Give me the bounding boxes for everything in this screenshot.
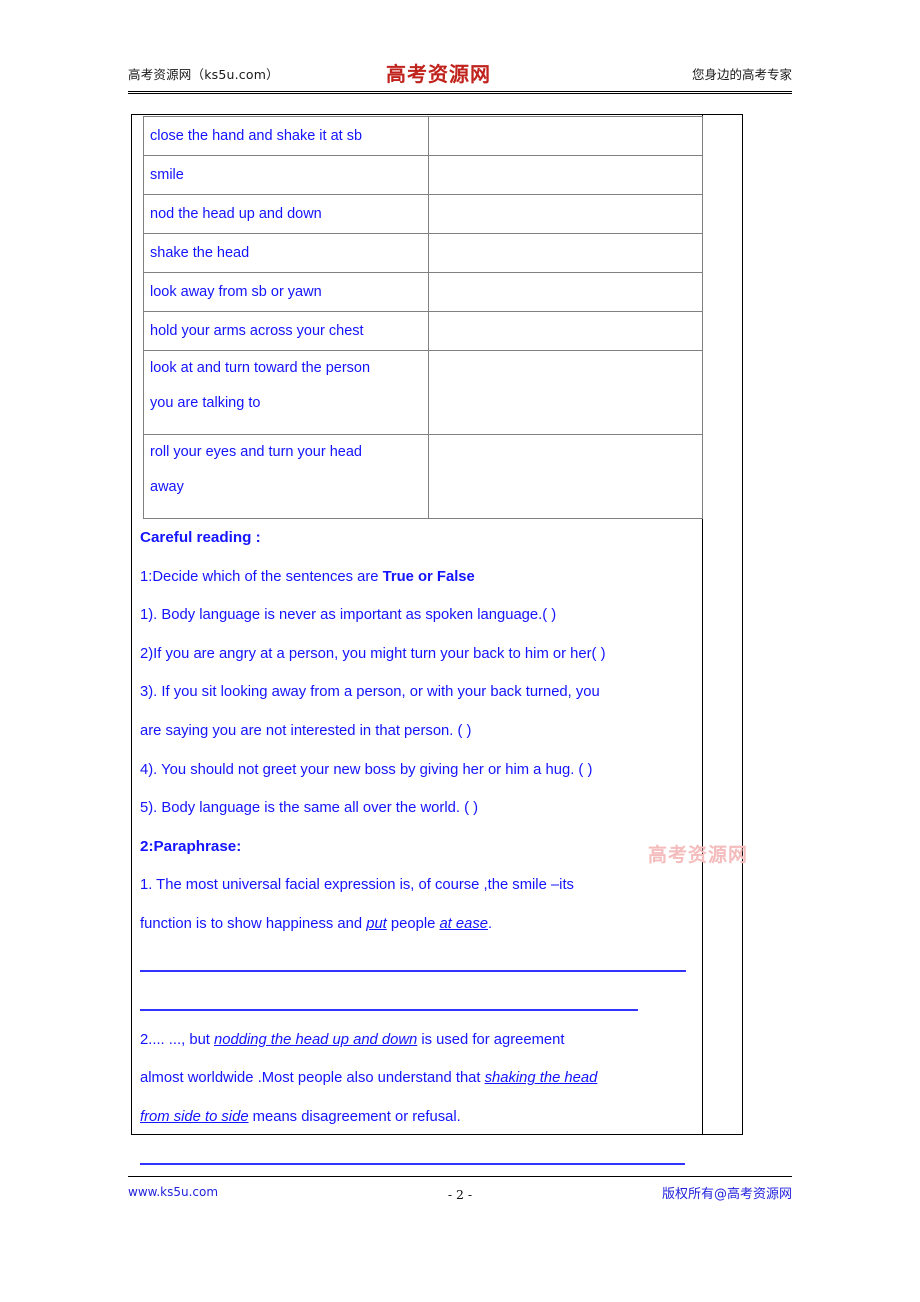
tf-item-3-line-2: are saying you are not interested in tha… [140,722,472,739]
gesture-cell: nod the head up and down [143,194,429,234]
content-frame: close the hand and shake it at sb smile … [131,114,743,1165]
careful-reading-heading: Careful reading : [140,529,261,546]
q2-emphasis-nodding: nodding the head up and down [214,1031,418,1048]
gesture-text: smile [150,166,184,183]
gesture-text: hold your arms across your chest [150,322,364,339]
q1-emphasis-at-ease: at ease [439,915,488,932]
gesture-text: roll your eyes and turn your head [150,444,362,460]
meaning-cell[interactable] [428,116,703,156]
exercise-body: Careful reading : 1:Decide which of the … [140,519,696,1175]
tf-item-2: 2)If you are angry at a person, you migh… [140,645,606,662]
q1-text-a: function is to show happiness and [140,915,367,932]
paraphrase-q1-line-2: function is to show happiness and put pe… [140,905,696,944]
task1-prompt-plain: 1:Decide which of the sentences are [140,568,383,585]
gesture-meaning-table: close the hand and shake it at sb smile … [143,116,703,519]
gesture-text: look away from sb or yawn [150,283,322,300]
meaning-cell[interactable] [428,233,703,273]
task1-prompt: 1:Decide which of the sentences are True… [140,558,696,597]
meaning-cell[interactable] [428,434,703,519]
gesture-cell: roll your eyes and turn your head away [143,434,429,519]
q2-text-c: almost worldwide .Most people also under… [140,1070,485,1087]
gesture-cell: look away from sb or yawn [143,272,429,312]
paraphrase-q2-line-3: from side to side means disagreement or … [140,1098,696,1137]
table-row: nod the head up and down [143,194,703,234]
table-row: look away from sb or yawn [143,272,703,312]
q2-emphasis-side-to-side: from side to side [140,1108,249,1125]
table-row: shake the head [143,233,703,273]
footer-copyright: 版权所有@高考资源网 [661,1187,792,1202]
paraphrase-q2-line-1: 2.... ..., but nodding the head up and d… [140,1021,696,1060]
answer-rule-3[interactable] [140,1137,696,1176]
q2-text-d: means disagreement or refusal. [248,1108,461,1125]
content-main-column: close the hand and shake it at sb smile … [132,115,703,1165]
table-row: smile [143,155,703,195]
task1-prompt-bold: True or False [382,568,475,585]
content-side-column [702,115,742,1134]
paraphrase-q2-line-2: almost worldwide .Most people also under… [140,1059,696,1098]
tf-item-4: 4). You should not greet your new boss b… [140,761,593,778]
table-row: hold your arms across your chest [143,311,703,351]
gesture-text: you are talking to [150,395,261,412]
header-site-name: 高考资源网（ks5u.com） [128,67,279,82]
meaning-cell[interactable] [428,311,703,351]
gesture-cell: shake the head [143,233,429,273]
tf-item-3-line-1: 3). If you sit looking away from a perso… [140,684,600,701]
gesture-cell: close the hand and shake it at sb [143,116,429,156]
answer-rule-2[interactable] [140,982,696,1021]
gesture-text: away [150,479,184,496]
gesture-text: nod the head up and down [150,205,322,222]
meaning-cell[interactable] [428,194,703,234]
tf-item-1: 1). Body language is never as important … [140,607,557,624]
table-row: look at and turn toward the person you a… [143,350,703,435]
meaning-cell[interactable] [428,350,703,435]
q2-emphasis-shaking: shaking the head [484,1070,598,1087]
meaning-cell[interactable] [428,155,703,195]
gesture-text: close the hand and shake it at sb [150,127,363,144]
gesture-cell: smile [143,155,429,195]
gesture-cell: hold your arms across your chest [143,311,429,351]
tf-item-5: 5). Body language is the same all over t… [140,800,479,817]
q1-text-c: . [488,915,493,932]
table-row: roll your eyes and turn your head away [143,434,703,519]
q2-text-b: is used for agreement [417,1031,565,1048]
answer-rule-1[interactable] [140,944,696,983]
document-page: 高考资源网（ks5u.com） 高考资源网 您身边的高考专家 close the… [0,0,920,1302]
meaning-cell[interactable] [428,272,703,312]
paraphrase-heading: 2:Paraphrase: [140,837,242,855]
gesture-text: look at and turn toward the person [150,360,371,376]
gesture-cell: look at and turn toward the person you a… [143,350,429,435]
q1-text-b: people [386,915,440,932]
paraphrase-q1-line-1: 1. The most universal facial expression … [140,877,574,894]
q1-emphasis-put: put [366,915,387,932]
page-header: 高考资源网（ks5u.com） 高考资源网 您身边的高考专家 [128,58,792,94]
table-row: close the hand and shake it at sb [143,116,703,156]
gesture-text: shake the head [150,244,250,261]
q2-text-a: 2.... ..., but [140,1031,215,1048]
page-footer: www.ks5u.com - 2 - 版权所有@高考资源网 [128,1176,792,1206]
header-logo: 高考资源网 [386,62,491,86]
header-slogan: 您身边的高考专家 [691,67,792,82]
